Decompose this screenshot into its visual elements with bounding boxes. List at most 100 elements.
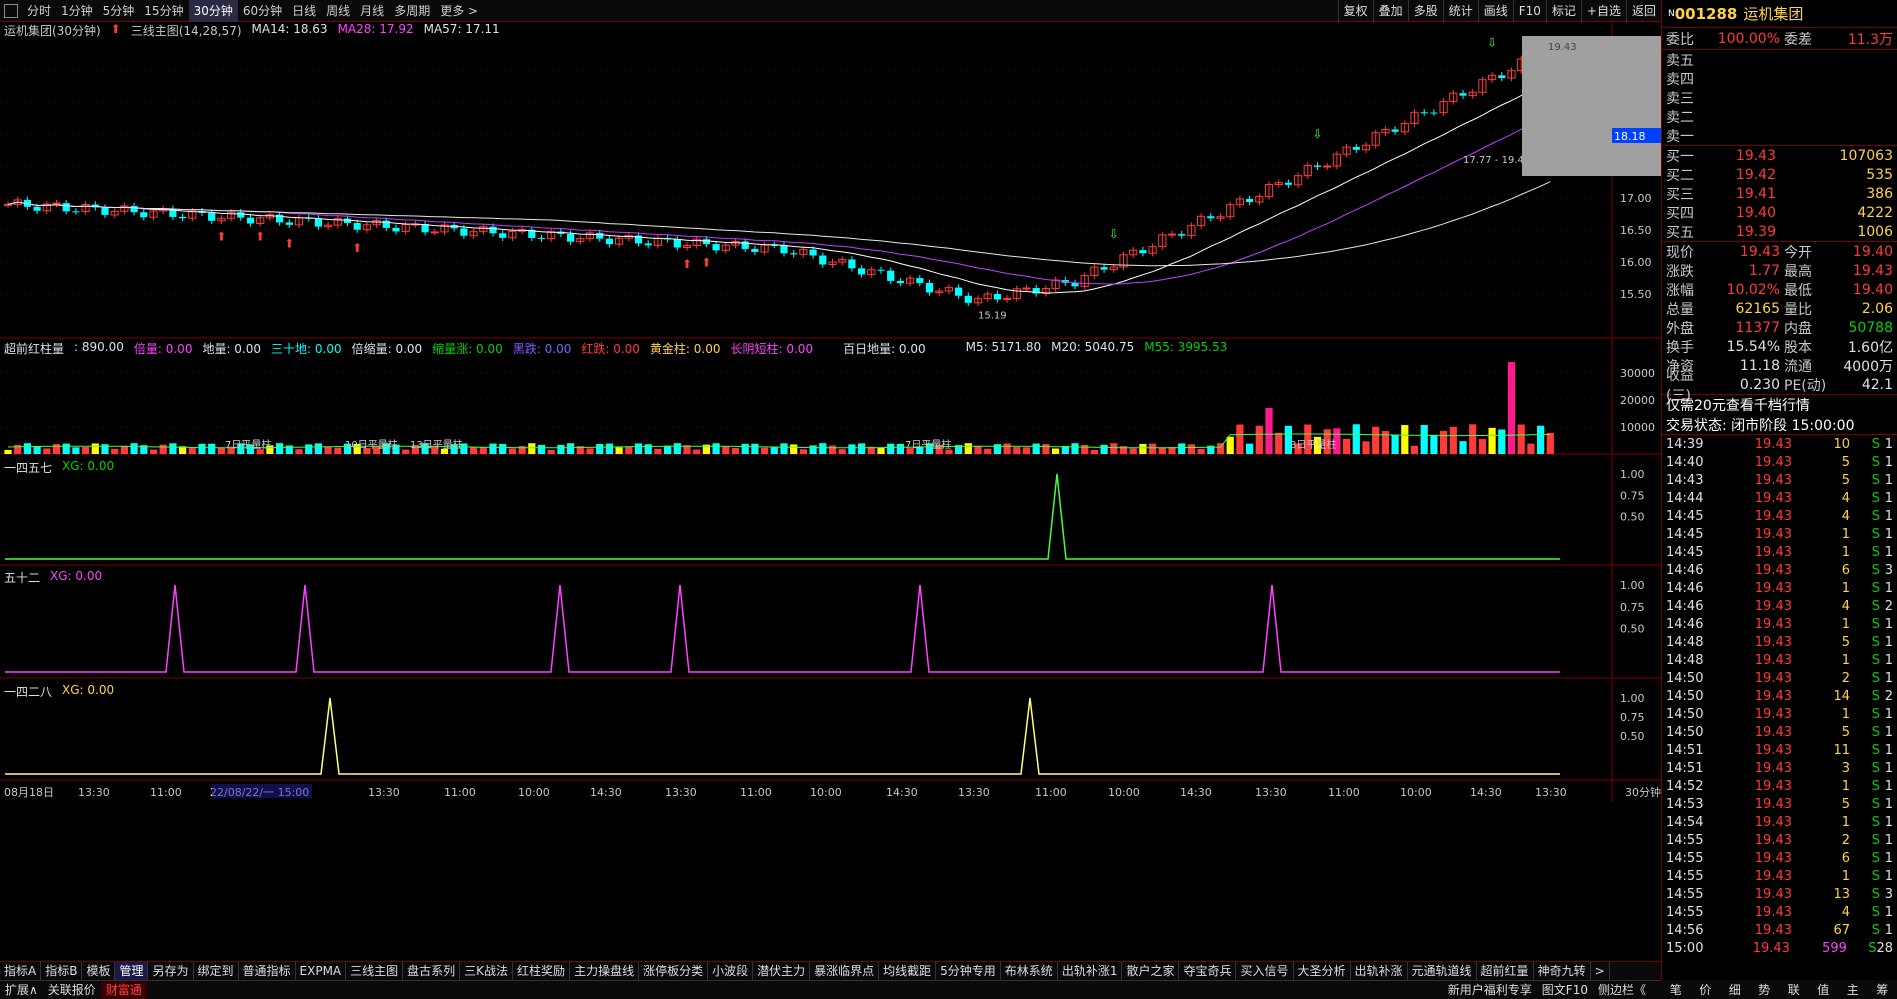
indicator-name[interactable]: 三线主图(14,28,57) bbox=[131, 22, 242, 39]
view-switch-button[interactable]: 细 bbox=[1729, 981, 1741, 998]
tick-side: S bbox=[1871, 706, 1880, 722]
indicator-tab[interactable]: 神奇九转 bbox=[1534, 962, 1591, 980]
tick-time: 14:51 bbox=[1666, 742, 1704, 758]
indicator-tab[interactable]: > bbox=[1591, 962, 1610, 980]
indicator-tab[interactable]: 暴涨临界点 bbox=[810, 962, 880, 980]
indicator-tab[interactable]: 主力操盘线 bbox=[570, 962, 640, 980]
tick-volume: 6 bbox=[1841, 562, 1850, 578]
tick-row: 14:43 19.43 5 S 1 bbox=[1662, 471, 1897, 489]
indicator-tab[interactable]: 管理 bbox=[115, 962, 149, 980]
panel1-name[interactable]: 一四五七 bbox=[4, 459, 52, 476]
chart-area[interactable]: 19.0018.5018.0017.5017.0016.5016.0015.50… bbox=[0, 22, 1661, 947]
indicator-tab[interactable]: 三K战法 bbox=[460, 962, 514, 980]
indicator-tab[interactable]: 普通指标 bbox=[239, 962, 296, 980]
indicator-tab[interactable]: 均线截距 bbox=[879, 962, 937, 980]
tick-count: 1 bbox=[1884, 544, 1893, 560]
indicator-tab[interactable]: 出轨补涨 bbox=[1351, 962, 1408, 980]
promo-row[interactable]: 仅需20元查看千档行情 bbox=[1662, 395, 1897, 415]
indicator-tab[interactable]: 出轨补涨1 bbox=[1058, 962, 1123, 980]
tick-volume: 6 bbox=[1841, 850, 1850, 866]
tick-time: 14:46 bbox=[1666, 598, 1704, 614]
tick-row: 14:48 19.43 1 S 1 bbox=[1662, 651, 1897, 669]
indicator-tab[interactable]: 潜伏主力 bbox=[753, 962, 811, 980]
view-switch-button[interactable]: 联 bbox=[1788, 981, 1800, 998]
period-tab[interactable]: 30分钟 bbox=[188, 0, 238, 22]
panel3-name[interactable]: 一四二八 bbox=[4, 683, 52, 700]
toolbar-button[interactable]: 统计 bbox=[1442, 0, 1478, 22]
toolbar-button[interactable]: 标记 bbox=[1545, 0, 1581, 22]
indicator-tab[interactable]: 绑定到 bbox=[194, 962, 239, 980]
indicator-tab[interactable]: 三线主图 bbox=[346, 962, 404, 980]
stat-row: 外盘 11377 内盘 50788 bbox=[1662, 318, 1897, 337]
status-link[interactable]: 关联报价 bbox=[43, 981, 101, 999]
status-link[interactable]: 扩展∧ bbox=[0, 981, 43, 999]
toolbar-button[interactable]: 多股 bbox=[1407, 0, 1443, 22]
indicator-tab[interactable]: 夺宝奇兵 bbox=[1179, 962, 1237, 980]
status-link[interactable]: 财富通 bbox=[100, 981, 147, 999]
indicator-tab[interactable]: 5分钟专用 bbox=[936, 962, 1001, 980]
indicator-tab[interactable]: 指标B bbox=[41, 962, 83, 980]
view-switch-button[interactable]: 势 bbox=[1758, 981, 1770, 998]
tick-time: 14:46 bbox=[1666, 580, 1704, 596]
signal-tick-label: 1.00 bbox=[1620, 468, 1645, 481]
view-switch-button[interactable]: 值 bbox=[1817, 981, 1829, 998]
view-switch-button[interactable]: 筹 bbox=[1876, 981, 1888, 998]
menu-icon[interactable] bbox=[4, 3, 18, 18]
indicator-tab[interactable]: 买入信号 bbox=[1236, 962, 1294, 980]
toolbar-button[interactable]: 叠加 bbox=[1372, 0, 1408, 22]
kline-chart-svg[interactable]: 19.0018.5018.0017.5017.0016.5016.0015.50… bbox=[0, 22, 1661, 961]
period-tab[interactable]: 1分钟 bbox=[56, 0, 98, 22]
tick-count: 1 bbox=[1884, 814, 1893, 830]
period-tab[interactable]: 15分钟 bbox=[139, 0, 188, 22]
stock-code: 001288 bbox=[1674, 4, 1738, 23]
promo-text[interactable]: 仅需20元查看千档行情 bbox=[1666, 395, 1810, 415]
period-tab[interactable]: 更多 > bbox=[435, 0, 483, 22]
panel2-name[interactable]: 五十二 bbox=[4, 569, 40, 586]
indicator-tab[interactable]: 元通轨道线 bbox=[1408, 962, 1477, 980]
period-tab[interactable]: 60分钟 bbox=[238, 0, 287, 22]
bid-volume: 535 bbox=[1866, 166, 1893, 183]
period-tab[interactable]: 分时 bbox=[22, 0, 56, 22]
indicator-tab[interactable]: 布林系统 bbox=[1001, 962, 1058, 980]
toolbar-button[interactable]: 画线 bbox=[1477, 0, 1513, 22]
tick-volume: 5 bbox=[1841, 796, 1850, 812]
period-tab[interactable]: 5分钟 bbox=[98, 0, 140, 22]
period-tab[interactable]: 日线 bbox=[287, 0, 321, 22]
view-switch-button[interactable]: 笔 bbox=[1670, 981, 1682, 998]
status-link[interactable]: 新用户福利专享 bbox=[1443, 981, 1537, 999]
indicator-tab[interactable]: 另存为 bbox=[148, 962, 194, 980]
volume-bar bbox=[1401, 425, 1409, 454]
stat-row: 涨幅 10.02% 最低 19.40 bbox=[1662, 280, 1897, 299]
indicator-tab[interactable]: 指标A bbox=[0, 962, 42, 980]
indicator-tab[interactable]: EXPMA bbox=[296, 962, 347, 980]
indicator-tab[interactable]: 涨停板分类 bbox=[639, 962, 709, 980]
indicator-tab[interactable]: 超前红量 bbox=[1477, 962, 1534, 980]
candle-body bbox=[702, 239, 710, 245]
period-tab[interactable]: 多周期 bbox=[389, 0, 435, 22]
tick-count: 3 bbox=[1884, 562, 1893, 578]
volume-bar bbox=[208, 443, 216, 454]
period-tab[interactable]: 月线 bbox=[355, 0, 389, 22]
indicator-tab[interactable]: 小波段 bbox=[708, 962, 754, 980]
stat-label: 现价 bbox=[1666, 244, 1694, 261]
status-link[interactable]: 侧边栏《 bbox=[1593, 981, 1651, 999]
view-switch-button[interactable]: 主 bbox=[1847, 981, 1859, 998]
indicator-tab[interactable]: 大圣分析 bbox=[1294, 962, 1351, 980]
status-link[interactable]: 图文F10 bbox=[1537, 981, 1593, 999]
volume-bar bbox=[1052, 448, 1060, 454]
toolbar-button[interactable]: 复权 bbox=[1337, 0, 1373, 22]
indicator-tab[interactable]: 盘古系列 bbox=[403, 962, 461, 980]
candle-body bbox=[1178, 234, 1186, 236]
tick-count: 1 bbox=[1884, 634, 1893, 650]
indicator-tab[interactable]: 红柱奖励 bbox=[513, 962, 571, 980]
volume-indicator-name[interactable]: 超前红柱量 bbox=[4, 340, 64, 357]
tick-price: 19.43 bbox=[1754, 796, 1792, 812]
toolbar-button[interactable]: F10 bbox=[1512, 0, 1546, 22]
period-tab[interactable]: 周线 bbox=[321, 0, 355, 22]
indicator-tab[interactable]: 模板 bbox=[82, 962, 116, 980]
volume-bar bbox=[23, 443, 31, 454]
toolbar-button[interactable]: 返回 bbox=[1625, 0, 1661, 22]
toolbar-button[interactable]: +自选 bbox=[1580, 0, 1626, 22]
indicator-tab[interactable]: 散户之家 bbox=[1122, 962, 1180, 980]
view-switch-button[interactable]: 价 bbox=[1699, 981, 1711, 998]
